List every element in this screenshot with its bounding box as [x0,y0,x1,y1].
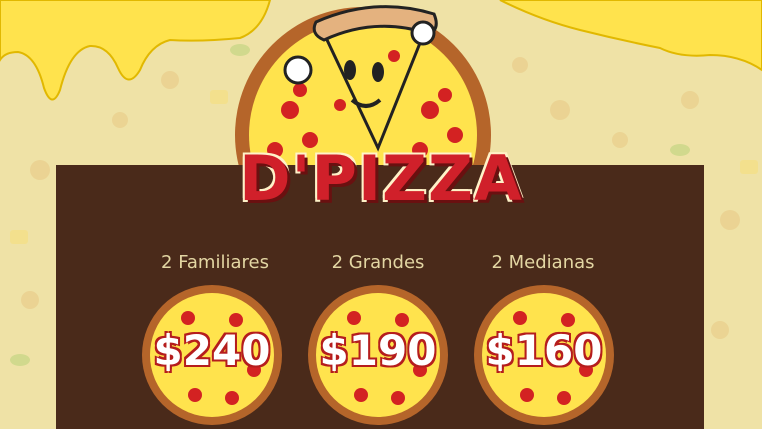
offer-price-grandes: $190 [319,326,437,375]
offer-price-medianas: $160 [485,326,603,375]
offer-label-grandes: 2 Grandes [331,252,425,273]
brand-title: D'PIZZA [239,142,523,215]
offer-price-familiares: $240 [153,326,271,375]
offer-label-familiares: 2 Familiares [161,252,269,273]
offer-label-medianas: 2 Medianas [491,252,595,273]
